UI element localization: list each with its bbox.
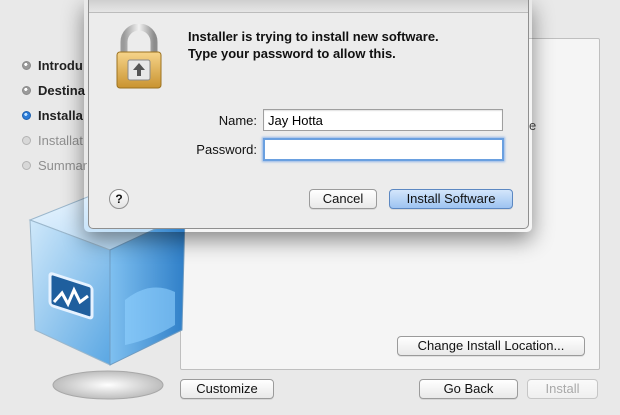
step-installation: Installat — [22, 131, 87, 156]
installer-step-list: Introdu Destina Installa Installat Summa… — [22, 56, 87, 181]
password-label: Password: — [196, 142, 257, 157]
step-summary: Summar — [22, 156, 87, 181]
step-label: Installa — [38, 108, 83, 123]
step-label: Summar — [38, 158, 88, 173]
step-done-icon — [22, 61, 31, 70]
help-button[interactable]: ? — [109, 189, 129, 209]
sheet-top-edge — [89, 0, 528, 13]
auth-message: Installer is trying to install new softw… — [188, 28, 439, 62]
authentication-dialog: Installer is trying to install new softw… — [88, 0, 529, 229]
step-installation-type: Installa — [22, 106, 87, 131]
auth-message-line1: Installer is trying to install new softw… — [188, 29, 439, 44]
step-destination: Destina — [22, 81, 87, 106]
step-label: Installat — [38, 133, 83, 148]
change-install-location-button[interactable]: Change Install Location... — [397, 336, 585, 356]
step-label: Introdu — [38, 58, 83, 73]
step-pending-icon — [22, 136, 31, 145]
customize-button[interactable]: Customize — [180, 379, 274, 399]
step-pending-icon — [22, 161, 31, 170]
install-software-button[interactable]: Install Software — [389, 189, 513, 209]
step-active-icon — [22, 111, 31, 120]
step-label: Destina — [38, 83, 85, 98]
auth-message-line2: Type your password to allow this. — [188, 46, 396, 61]
cancel-button[interactable]: Cancel — [309, 189, 377, 209]
install-button[interactable]: Install — [527, 379, 598, 399]
step-introduction: Introdu — [22, 56, 87, 81]
step-done-icon — [22, 86, 31, 95]
password-field[interactable] — [263, 138, 504, 161]
name-field[interactable] — [263, 109, 503, 131]
go-back-button[interactable]: Go Back — [419, 379, 518, 399]
padlock-icon — [116, 24, 162, 89]
name-label: Name: — [218, 113, 257, 128]
